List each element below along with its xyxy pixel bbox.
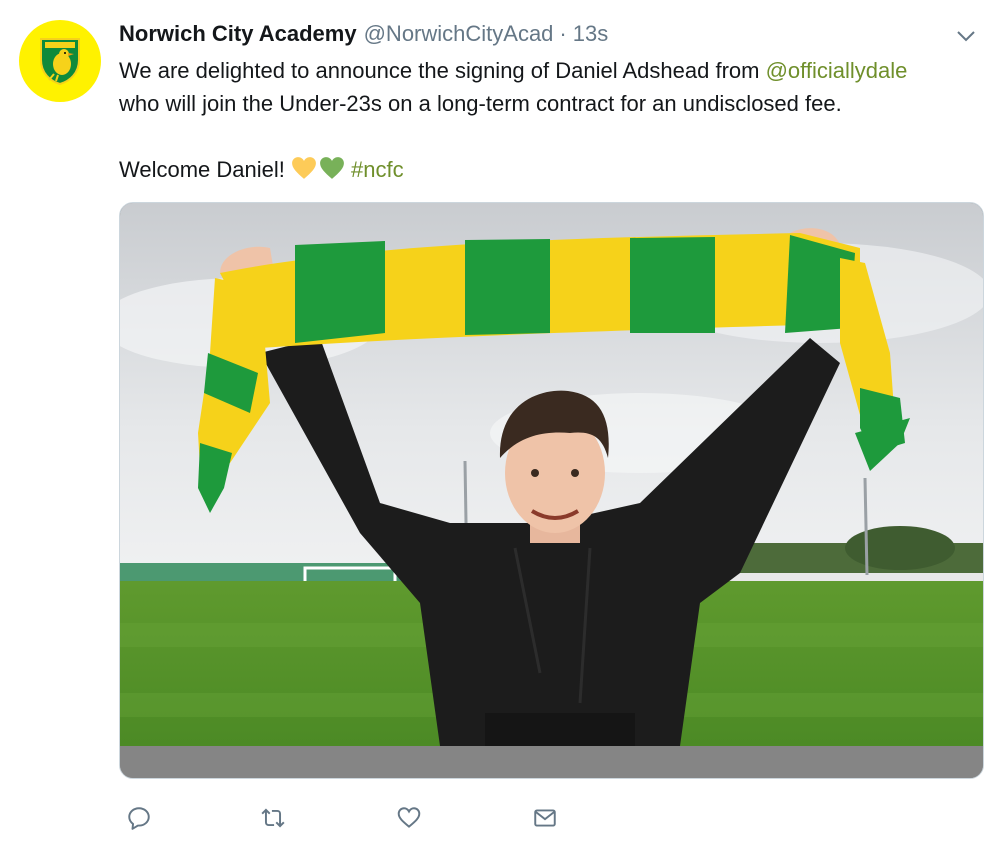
green-heart-icon bbox=[319, 157, 344, 179]
heart-icon bbox=[397, 807, 421, 828]
chevron-down-icon bbox=[957, 31, 975, 42]
norwich-canary-crest-icon bbox=[40, 38, 80, 86]
tweet-photo[interactable] bbox=[119, 202, 984, 779]
timestamp[interactable]: 13s bbox=[573, 19, 608, 49]
envelope-icon bbox=[534, 809, 556, 827]
tweet-menu-button[interactable] bbox=[954, 24, 978, 48]
tweet-text-line-3: Welcome Daniel! #ncfc bbox=[119, 153, 989, 186]
photo-bottom-strip bbox=[120, 746, 983, 778]
reply-icon bbox=[128, 807, 150, 830]
tweet-text-prefix: We are delighted to announce the signing… bbox=[119, 58, 766, 83]
yellow-heart-icon bbox=[291, 157, 316, 179]
tweet-text: We are delighted to announce the signing… bbox=[119, 54, 989, 186]
photo-illustration bbox=[120, 203, 983, 778]
hashtag-link[interactable]: #ncfc bbox=[351, 157, 404, 182]
tweet-card[interactable]: Norwich City Academy @NorwichCityAcad · … bbox=[0, 0, 1000, 848]
tweet-actions bbox=[120, 801, 580, 835]
mention-link[interactable]: @officiallydale bbox=[766, 58, 908, 83]
tweet-text-line-1: We are delighted to announce the signing… bbox=[119, 54, 989, 87]
retweet-icon bbox=[261, 808, 285, 828]
share-button[interactable] bbox=[528, 801, 562, 835]
avatar[interactable] bbox=[19, 20, 101, 102]
author-name[interactable]: Norwich City Academy bbox=[119, 19, 357, 49]
like-button[interactable] bbox=[392, 801, 426, 835]
retweet-button[interactable] bbox=[256, 801, 290, 835]
welcome-text: Welcome Daniel! bbox=[119, 157, 285, 182]
separator: · bbox=[559, 21, 567, 46]
reply-button[interactable] bbox=[122, 801, 156, 835]
author-handle[interactable]: @NorwichCityAcad bbox=[364, 19, 554, 49]
tweet-header: Norwich City Academy @NorwichCityAcad · … bbox=[119, 19, 608, 49]
tweet-text-line-2: who will join the Under-23s on a long-te… bbox=[119, 91, 842, 116]
